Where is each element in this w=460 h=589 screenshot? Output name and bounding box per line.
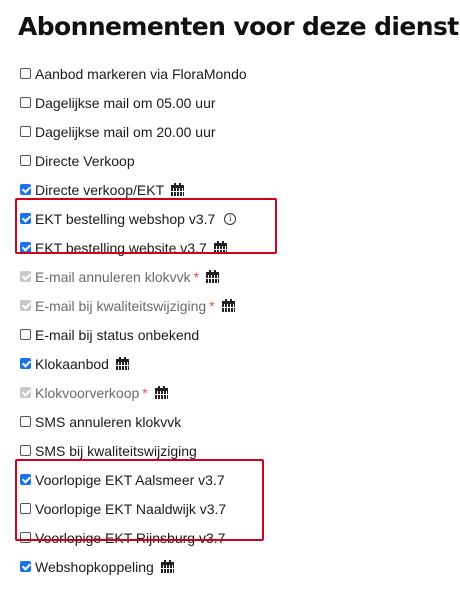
calendar-icon[interactable] [160, 560, 174, 573]
required-asterisk: * [209, 297, 215, 314]
subscription-label: Webshopkoppeling [35, 558, 154, 575]
page-title: Abonnementen voor deze dienst [18, 12, 459, 41]
subscription-checkbox[interactable] [20, 184, 31, 195]
subscription-item[interactable]: E-mail bij status onbekend [20, 320, 440, 349]
subscription-checkbox[interactable] [20, 445, 31, 456]
subscription-label: Dagelijkse mail om 05.00 uur [35, 94, 216, 111]
subscription-label: Klokaanbod [35, 355, 109, 372]
required-asterisk: * [193, 268, 200, 285]
subscription-label: Dagelijkse mail om 20.00 uur [35, 123, 216, 140]
highlight-box-ekt-bestelling [15, 198, 277, 254]
subscription-item[interactable]: Directe Verkoop [20, 146, 440, 175]
subscription-checkbox [20, 387, 31, 398]
subscription-label: SMS annuleren klokvvk [35, 413, 182, 430]
subscription-item: Klokvoorverkoop * [20, 378, 440, 407]
subscription-checkbox[interactable] [20, 561, 31, 572]
subscription-checkbox[interactable] [20, 126, 31, 137]
subscription-item: E-mail bij kwaliteitswijziging * [20, 291, 440, 320]
subscription-checkbox[interactable] [20, 329, 31, 340]
subscription-item: E-mail annuleren klokvvk * [20, 262, 440, 291]
calendar-icon[interactable] [115, 357, 129, 370]
subscription-item[interactable]: Aanbod markeren via FloraMondo [20, 59, 440, 88]
subscription-label: E-mail annuleren klokvvk [35, 268, 191, 285]
required-asterisk: * [142, 384, 148, 401]
subscription-checkbox[interactable] [20, 68, 31, 79]
calendar-icon[interactable] [221, 299, 235, 312]
subscription-label: Aanbod markeren via FloraMondo [35, 65, 247, 82]
subscription-label: SMS bij kwaliteitswijziging [35, 442, 197, 459]
calendar-icon[interactable] [206, 270, 220, 283]
subscription-label: E-mail bij status onbekend [35, 326, 200, 343]
subscription-checkbox [20, 271, 31, 282]
subscription-label: Klokvoorverkoop [35, 384, 140, 401]
subscription-checkbox[interactable] [20, 358, 31, 369]
subscription-checkbox [20, 300, 31, 311]
subscription-item[interactable]: Dagelijkse mail om 05.00 uur [20, 88, 440, 117]
subscription-label: Directe verkoop/EKT [35, 181, 165, 198]
subscription-item[interactable]: Webshopkoppeling [20, 552, 440, 581]
subscription-checkbox[interactable] [20, 155, 31, 166]
subscription-checkbox[interactable] [20, 416, 31, 427]
subscription-checkbox[interactable] [20, 97, 31, 108]
calendar-icon[interactable] [154, 386, 168, 399]
subscription-label: Directe Verkoop [35, 152, 135, 169]
subscription-label: E-mail bij kwaliteitswijziging [35, 297, 207, 314]
subscription-item[interactable]: Klokaanbod [20, 349, 440, 378]
subscription-item[interactable]: SMS annuleren klokvvk [20, 407, 440, 436]
calendar-icon[interactable] [171, 183, 185, 196]
highlight-box-voorlopige-ekt [15, 459, 264, 541]
subscription-item[interactable]: Dagelijkse mail om 20.00 uur [20, 117, 440, 146]
